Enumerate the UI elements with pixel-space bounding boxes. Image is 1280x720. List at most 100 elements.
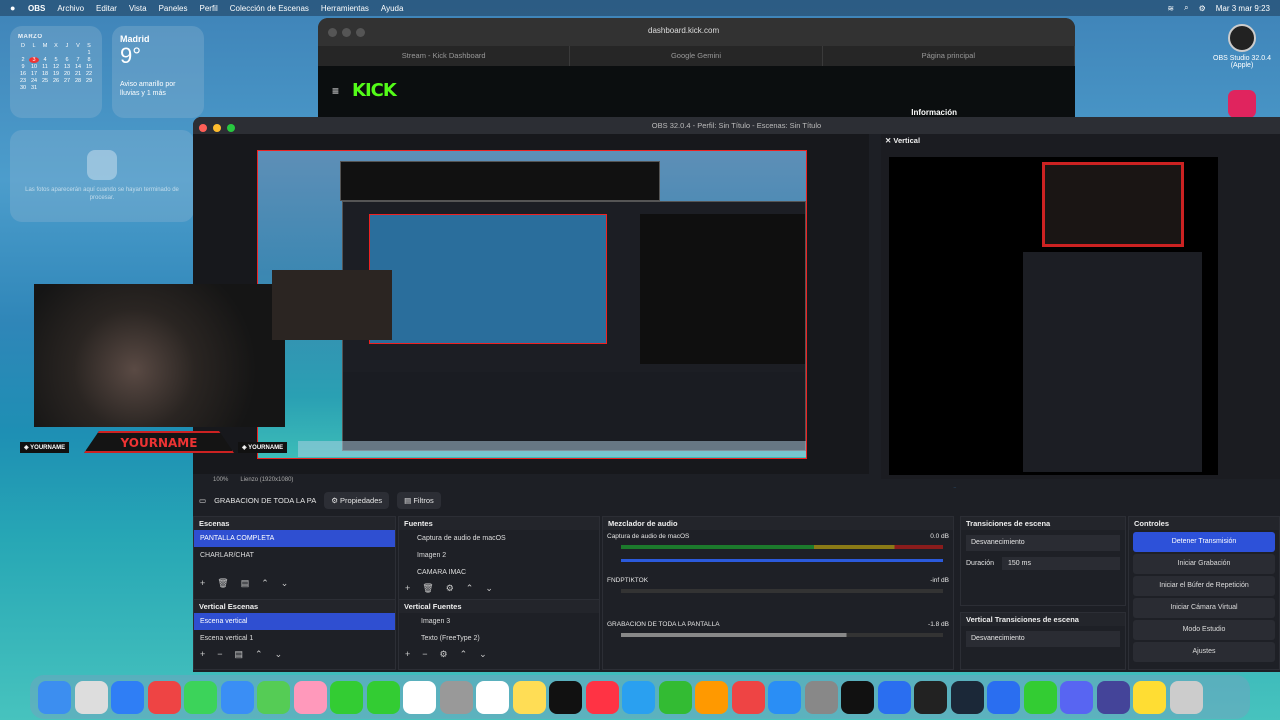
gear-icon[interactable]: ⚙ bbox=[446, 583, 454, 594]
zoom-dot[interactable] bbox=[356, 27, 365, 37]
vsource-item[interactable]: Texto (FreeType 2) bbox=[399, 630, 599, 647]
desktop-obs-shortcut[interactable]: OBS Studio 32.0.4 (Apple) bbox=[1212, 24, 1272, 69]
replay-buffer-button[interactable]: Iniciar el Búfer de Repetición bbox=[1133, 576, 1275, 596]
properties-button[interactable]: ⚙ Propiedades bbox=[324, 491, 390, 509]
down-icon[interactable]: ⌄ bbox=[281, 578, 289, 589]
menu-ayuda[interactable]: Ayuda bbox=[381, 4, 404, 13]
settings-button[interactable]: Ajustes bbox=[1133, 642, 1275, 662]
maps-icon[interactable] bbox=[257, 680, 290, 714]
minimize-dot[interactable] bbox=[342, 27, 351, 37]
close-button[interactable] bbox=[199, 124, 207, 132]
chrome-icon[interactable] bbox=[147, 680, 181, 714]
remove-icon[interactable]: 🗑 bbox=[217, 578, 228, 589]
finder-icon[interactable] bbox=[38, 680, 71, 714]
menu-app[interactable]: OBS bbox=[28, 4, 45, 13]
clock[interactable]: Mar 3 mar 9:23 bbox=[1216, 4, 1270, 13]
menu-coleccion[interactable]: Colección de Escenas bbox=[230, 4, 309, 13]
discord-icon[interactable] bbox=[1060, 680, 1093, 714]
menu-editar[interactable]: Editar bbox=[96, 4, 117, 13]
add-icon[interactable]: + bbox=[405, 649, 410, 659]
add-icon[interactable]: + bbox=[405, 583, 410, 593]
contacts-icon[interactable] bbox=[439, 680, 473, 714]
fullscreen-button[interactable] bbox=[227, 124, 236, 132]
phone-icon[interactable] bbox=[366, 680, 400, 714]
xcode-icon[interactable] bbox=[877, 680, 911, 714]
up-icon[interactable]: ⌃ bbox=[466, 583, 474, 594]
scene-item[interactable]: PANTALLA COMPLETA bbox=[194, 530, 395, 547]
tiktok-icon[interactable] bbox=[841, 680, 874, 714]
control-center-icon[interactable]: ⚙ bbox=[1199, 4, 1206, 13]
up-icon[interactable]: ⌃ bbox=[460, 649, 468, 660]
close-dot[interactable] bbox=[328, 27, 337, 37]
facetime-icon[interactable] bbox=[330, 680, 363, 714]
steam-icon[interactable] bbox=[950, 680, 984, 714]
notes-icon[interactable] bbox=[512, 680, 546, 714]
safari-window[interactable]: dashboard.kick.com Stream - Kick Dashboa… bbox=[318, 18, 1075, 128]
firefox-alt-icon[interactable] bbox=[1096, 680, 1130, 714]
tv-icon[interactable] bbox=[549, 680, 582, 714]
remove-icon[interactable]: − bbox=[217, 649, 222, 659]
menu-perfil[interactable]: Perfil bbox=[200, 4, 218, 13]
idea-icon[interactable] bbox=[1133, 680, 1166, 714]
zoom-level[interactable]: 100% bbox=[213, 477, 228, 483]
mail-icon[interactable] bbox=[220, 680, 254, 714]
numbers-icon[interactable] bbox=[658, 680, 692, 714]
vertical-canvas[interactable] bbox=[889, 157, 1218, 475]
trash-icon[interactable] bbox=[1169, 680, 1203, 714]
hamburger-icon[interactable]: ≡ bbox=[332, 84, 339, 98]
vtransition-select[interactable]: Desvanecimiento bbox=[966, 631, 1120, 647]
add-icon[interactable]: + bbox=[200, 578, 205, 588]
calendar-icon[interactable] bbox=[403, 680, 436, 714]
filter-icon[interactable]: ▤ bbox=[235, 649, 244, 660]
keynote-icon[interactable] bbox=[622, 680, 655, 714]
source-item[interactable]: Captura de audio de macOS bbox=[399, 530, 599, 547]
up-icon[interactable]: ⌃ bbox=[255, 649, 263, 660]
duration-input[interactable]: 150 ms bbox=[1002, 557, 1120, 570]
add-icon[interactable]: + bbox=[200, 649, 205, 659]
canvas-label[interactable]: Lienzo (1920x1080) bbox=[240, 477, 293, 483]
search-icon[interactable]: ⌕ bbox=[1184, 3, 1188, 13]
safari-icon[interactable] bbox=[111, 680, 144, 714]
down-icon[interactable]: ⌄ bbox=[275, 649, 283, 660]
system-settings-icon[interactable] bbox=[804, 680, 838, 714]
gear-icon[interactable]: ⚙ bbox=[440, 649, 448, 660]
stop-streaming-button[interactable]: Detener Transmisión bbox=[1133, 532, 1275, 552]
source-item[interactable]: CAMARA IMAC bbox=[399, 564, 599, 581]
menu-vista[interactable]: Vista bbox=[129, 4, 147, 13]
wifi-icon[interactable]: ≋ bbox=[1167, 4, 1174, 13]
address-bar[interactable]: dashboard.kick.com bbox=[648, 26, 719, 35]
tab-kick[interactable]: Stream - Kick Dashboard bbox=[318, 46, 571, 66]
dock-app-icon[interactable] bbox=[987, 680, 1020, 714]
down-icon[interactable]: ⌄ bbox=[485, 583, 493, 594]
remove-icon[interactable]: − bbox=[422, 649, 427, 659]
menu-herramientas[interactable]: Herramientas bbox=[321, 4, 369, 13]
calendar-widget[interactable]: MARZO D L M X J V S 1 2 3 4 5 6 7 8 9 10 11 12 13 14 15 16 17 18… bbox=[10, 26, 102, 118]
mixer-channel[interactable]: FNDPTIKTOK -inf dB bbox=[603, 574, 953, 618]
pages-icon[interactable] bbox=[695, 680, 728, 714]
transition-select[interactable]: Desvanecimiento bbox=[966, 535, 1120, 551]
vsource-item[interactable]: Imagen 3 bbox=[399, 613, 599, 630]
vscene-item[interactable]: Escena vertical 1 bbox=[194, 630, 395, 647]
mixer-channel[interactable]: GRABACION DE TODA LA PANTALLA -1.8 dB bbox=[603, 618, 953, 662]
tab-gemini[interactable]: Google Gemini bbox=[570, 46, 823, 66]
start-recording-button[interactable]: Iniciar Grabación bbox=[1133, 554, 1275, 574]
volume-slider[interactable] bbox=[621, 559, 943, 562]
filters-button[interactable]: ▤ Filtros bbox=[397, 491, 441, 509]
rocket-icon[interactable] bbox=[731, 680, 765, 714]
weather-widget[interactable]: Madrid 9° Aviso amarillo por lluvias y 1… bbox=[112, 26, 204, 118]
scene-item[interactable]: CHARLAR/CHAT bbox=[194, 547, 395, 564]
up-icon[interactable]: ⌃ bbox=[261, 578, 269, 589]
photos-widget[interactable]: Las fotos aparecerán aquí cuando se haya… bbox=[10, 130, 194, 222]
vscene-item[interactable]: Escena vertical bbox=[194, 613, 395, 630]
launchpad-icon[interactable] bbox=[74, 680, 108, 714]
filter-icon[interactable]: ▤ bbox=[241, 578, 250, 589]
messages-icon[interactable] bbox=[184, 680, 217, 714]
remove-icon[interactable]: 🗑 bbox=[422, 583, 433, 594]
minimize-button[interactable] bbox=[213, 124, 222, 132]
mixer-channel[interactable]: Captura de audio de macOS 0.0 dB bbox=[603, 530, 953, 574]
photos-icon[interactable] bbox=[293, 680, 327, 714]
menu-paneles[interactable]: Paneles bbox=[159, 4, 188, 13]
apple-icon[interactable]: ● bbox=[10, 3, 20, 13]
menu-archivo[interactable]: Archivo bbox=[57, 4, 84, 13]
music-icon[interactable] bbox=[585, 680, 619, 714]
